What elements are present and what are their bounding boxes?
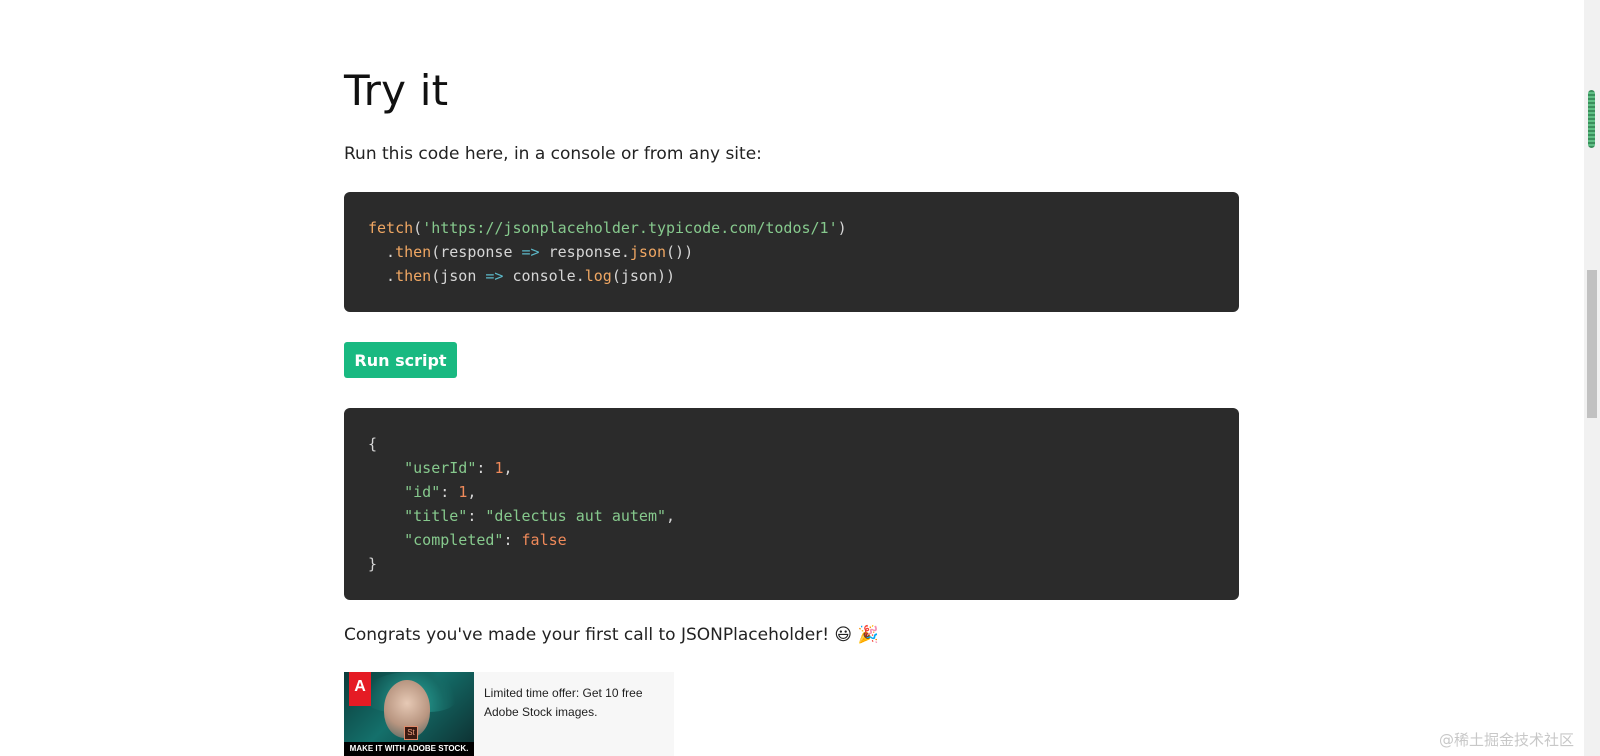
json-field-row: "completed": false bbox=[404, 531, 567, 549]
code-paren: ( bbox=[413, 219, 423, 237]
json-comma: , bbox=[503, 459, 513, 477]
request-code-block: fetch('https://jsonplaceholder.typicode.… bbox=[344, 192, 1239, 312]
json-close-brace: } bbox=[368, 555, 378, 573]
code-fn-fetch: fetch bbox=[368, 219, 414, 237]
vertical-scrollbar[interactable] bbox=[1584, 0, 1600, 756]
response-output-block: { "userId": 1, "id": 1, "title": "delect… bbox=[344, 408, 1239, 600]
json-key: "id" bbox=[404, 483, 441, 501]
code-fn-then: then bbox=[395, 243, 432, 261]
code-arrow: => bbox=[485, 267, 504, 285]
scroll-extension-indicator bbox=[1588, 90, 1595, 148]
code-url-string: 'https://jsonplaceholder.typicode.com/to… bbox=[422, 219, 838, 237]
code-fn-log: log bbox=[584, 267, 612, 285]
json-value: "delectus aut autem" bbox=[485, 507, 667, 525]
json-key: "title" bbox=[404, 507, 468, 525]
json-open-brace: { bbox=[368, 435, 378, 453]
code-text: (json)) bbox=[611, 267, 676, 285]
code-text: console. bbox=[503, 267, 585, 285]
code-dot: . bbox=[368, 267, 396, 285]
code-arrow: => bbox=[521, 243, 540, 261]
ad-image[interactable]: A St MAKE IT WITH ADOBE STOCK. bbox=[344, 672, 474, 756]
code-fn-then: then bbox=[395, 267, 432, 285]
section-title: Try it bbox=[344, 66, 449, 115]
json-key: "completed" bbox=[404, 531, 504, 549]
json-value: false bbox=[521, 531, 567, 549]
ad-banner[interactable]: A St MAKE IT WITH ADOBE STOCK. Limited t… bbox=[344, 672, 674, 756]
json-field-row: "id": 1, bbox=[404, 483, 477, 501]
code-text: response. bbox=[539, 243, 630, 261]
code-paren: ) bbox=[837, 219, 847, 237]
json-value: 1 bbox=[458, 483, 468, 501]
adobe-stock-badge-icon: St bbox=[404, 726, 418, 740]
code-text: (json bbox=[431, 267, 486, 285]
scrollbar-thumb[interactable] bbox=[1587, 270, 1597, 418]
code-text: ()) bbox=[666, 243, 694, 261]
json-field-row: "userId": 1, bbox=[404, 459, 513, 477]
watermark: @稀土掘金技术社区 bbox=[1438, 731, 1574, 749]
page: Try it Run this code here, in a console … bbox=[0, 0, 1600, 756]
intro-text: Run this code here, in a console or from… bbox=[344, 144, 762, 164]
json-key: "userId" bbox=[404, 459, 477, 477]
json-comma: , bbox=[467, 483, 477, 501]
congrats-text: Congrats you've made your first call to … bbox=[344, 625, 879, 645]
json-comma: , bbox=[666, 507, 676, 525]
json-field-row: "title": "delectus aut autem", bbox=[404, 507, 676, 525]
run-script-button[interactable]: Run script bbox=[344, 342, 457, 378]
code-text: (response bbox=[431, 243, 522, 261]
ad-text-link[interactable]: Limited time offer: Get 10 free Adobe St… bbox=[484, 684, 664, 722]
code-dot: . bbox=[368, 243, 396, 261]
adobe-logo-icon: A bbox=[349, 672, 371, 706]
ad-image-caption: MAKE IT WITH ADOBE STOCK. bbox=[344, 742, 474, 756]
code-fn-json: json bbox=[629, 243, 667, 261]
